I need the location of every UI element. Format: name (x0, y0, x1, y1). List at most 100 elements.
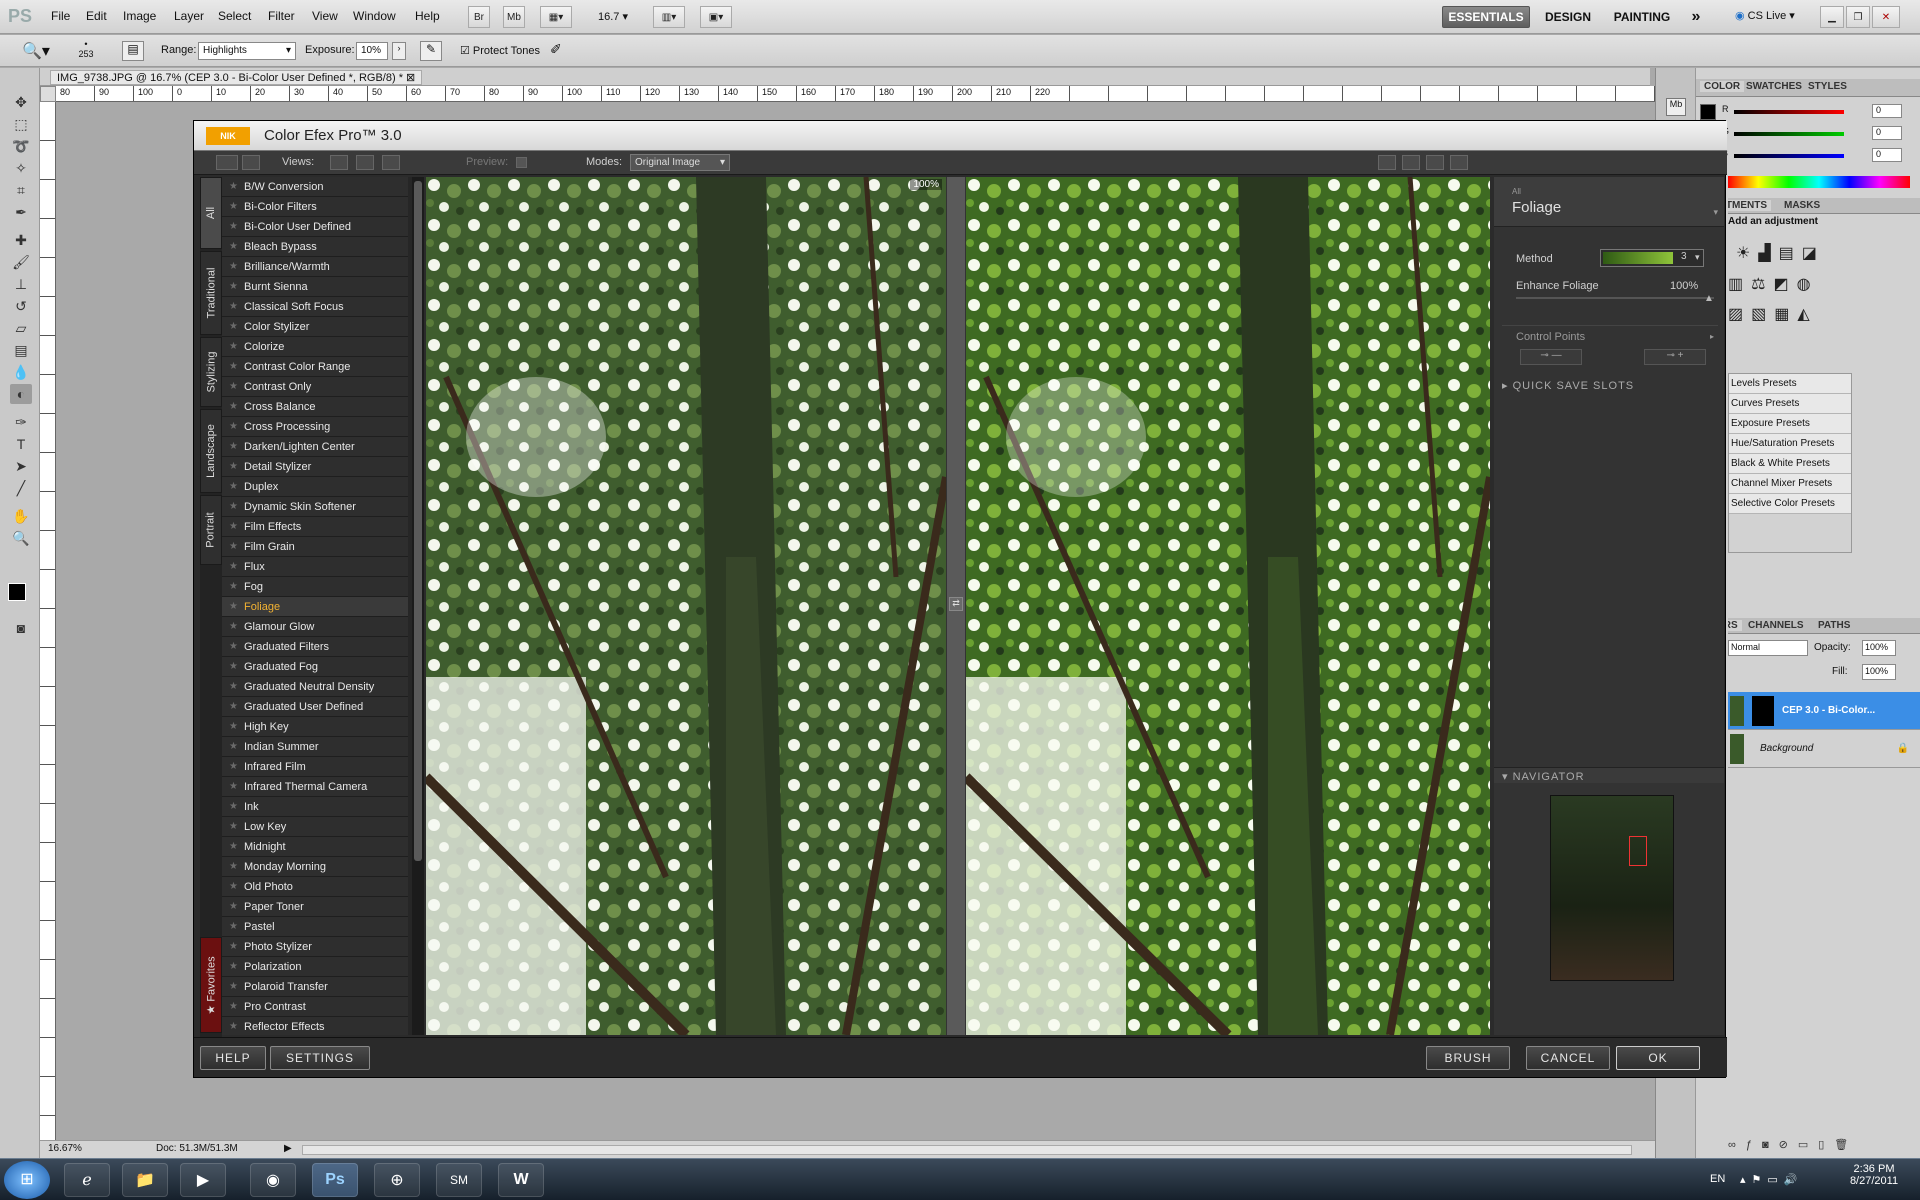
filter-item[interactable]: ★ Glamour Glow (222, 617, 408, 637)
layer-row-cep[interactable]: CEP 3.0 - Bi-Color... (1728, 692, 1920, 730)
gradient-tool-icon[interactable]: ▤ (10, 340, 32, 360)
preset-exposure[interactable]: Exposure Presets (1729, 414, 1851, 434)
view-extras-icon[interactable]: ▦▾ (540, 6, 572, 28)
favorite-star-icon[interactable]: ★ (229, 277, 238, 297)
filter-item[interactable]: ★ Contrast Color Range (222, 357, 408, 377)
filter-item[interactable]: ★ Pastel (222, 917, 408, 937)
tab-landscape[interactable]: Landscape (200, 409, 222, 493)
quick-save-slots-header[interactable]: ▸ QUICK SAVE SLOTS (1502, 379, 1634, 392)
brush-button[interactable]: BRUSH (1426, 1046, 1510, 1070)
cancel-button[interactable]: CANCEL (1526, 1046, 1610, 1070)
eyedropper-tool-icon[interactable]: ✒ (10, 202, 32, 222)
favorite-star-icon[interactable]: ★ (229, 237, 238, 257)
side-by-side-view-icon[interactable] (382, 155, 400, 170)
filter-item[interactable]: ★ Photo Stylizer (222, 937, 408, 957)
method-select[interactable]: 3 ▾ (1600, 249, 1704, 267)
favorite-star-icon[interactable]: ★ (229, 317, 238, 337)
filter-item[interactable]: ★ Infrared Film (222, 757, 408, 777)
favorite-star-icon[interactable]: ★ (229, 577, 238, 597)
favorite-star-icon[interactable]: ★ (229, 757, 238, 777)
doc-size-status[interactable]: Doc: 51.3M/51.3M (156, 1143, 238, 1154)
filter-item[interactable]: ★ Cross Processing (222, 417, 408, 437)
enhance-foliage-slider[interactable] (1516, 297, 1714, 299)
filter-item[interactable]: ★ Bi-Color Filters (222, 197, 408, 217)
taskbar-ie-icon[interactable]: ℯ (64, 1163, 110, 1197)
filter-item[interactable]: ★ Graduated Filters (222, 637, 408, 657)
filter-item[interactable]: ★ Dynamic Skin Softener (222, 497, 408, 517)
split-divider[interactable]: ⇄ (946, 177, 966, 1035)
favorite-star-icon[interactable]: ★ (229, 497, 238, 517)
preset-black-white[interactable]: Black & White Presets (1729, 454, 1851, 474)
color-spectrum[interactable] (1728, 176, 1910, 188)
start-button[interactable]: ⊞ (4, 1161, 50, 1199)
favorite-star-icon[interactable]: ★ (229, 437, 238, 457)
favorite-star-icon[interactable]: ★ (229, 917, 238, 937)
zoom-status[interactable]: 16.67% (48, 1143, 82, 1154)
filter-item[interactable]: ★ Bleach Bypass (222, 237, 408, 257)
favorite-star-icon[interactable]: ★ (229, 677, 238, 697)
preset-selective-color[interactable]: Selective Color Presets (1729, 494, 1851, 514)
menu-edit[interactable]: Edit (86, 9, 107, 23)
hand-tool-icon[interactable]: ✋ (10, 506, 32, 526)
favorite-star-icon[interactable]: ★ (229, 297, 238, 317)
filter-item[interactable]: ★ Monday Morning (222, 857, 408, 877)
adjustment-icons-row-3[interactable]: ▨▧▦◭ (1728, 304, 1918, 324)
tab-close-icon[interactable]: ⊠ (406, 72, 415, 84)
filter-item[interactable]: ★ Duplex (222, 477, 408, 497)
tab-masks[interactable]: MASKS (1784, 200, 1820, 211)
exposure-input[interactable]: 10% (356, 42, 388, 60)
favorite-star-icon[interactable]: ★ (229, 537, 238, 557)
favorite-star-icon[interactable]: ★ (229, 377, 238, 397)
favorite-star-icon[interactable]: ★ (229, 337, 238, 357)
original-preview[interactable]: 100% (426, 177, 946, 1035)
brush-size[interactable]: • 253 (76, 39, 96, 59)
tab-swatches[interactable]: SWATCHES (1746, 81, 1802, 92)
favorite-star-icon[interactable]: ★ (229, 517, 238, 537)
filter-item[interactable]: ★ Low Key (222, 817, 408, 837)
favorite-star-icon[interactable]: ★ (229, 457, 238, 477)
filter-item[interactable]: ★ Fog (222, 577, 408, 597)
stamp-tool-icon[interactable]: ⊥ (10, 274, 32, 294)
vertical-ruler[interactable] (40, 102, 56, 1142)
single-view-icon[interactable] (330, 155, 348, 170)
ok-button[interactable]: OK (1616, 1046, 1700, 1070)
filter-item[interactable]: ★ Graduated User Defined (222, 697, 408, 717)
favorite-star-icon[interactable]: ★ (229, 177, 238, 197)
favorite-star-icon[interactable]: ★ (229, 557, 238, 577)
favorite-star-icon[interactable]: ★ (229, 797, 238, 817)
filter-item[interactable]: ★ Polarization (222, 957, 408, 977)
zoom-tool-dialog-icon[interactable] (1402, 155, 1420, 170)
filter-item[interactable]: ★ Old Photo (222, 877, 408, 897)
mini-bridge-button[interactable]: Mb (503, 6, 525, 28)
favorite-star-icon[interactable]: ★ (229, 977, 238, 997)
brush-tool-icon[interactable]: 🖌 (10, 252, 32, 272)
language-indicator[interactable]: EN (1710, 1173, 1725, 1185)
opacity-input[interactable]: 100% (1862, 640, 1896, 656)
filter-item[interactable]: ★ Pro Contrast (222, 997, 408, 1017)
menu-image[interactable]: Image (123, 9, 156, 23)
layer-row-background[interactable]: Background 🔒 (1728, 730, 1920, 768)
bridge-button[interactable]: Br (468, 6, 490, 28)
favorite-star-icon[interactable]: ★ (229, 357, 238, 377)
type-tool-icon[interactable]: T (10, 434, 32, 454)
menu-file[interactable]: File (51, 9, 70, 23)
b-slider[interactable] (1734, 154, 1844, 158)
pointer-tool-icon[interactable] (1378, 155, 1396, 170)
swap-views-icon[interactable]: ⇄ (949, 597, 963, 611)
workspace-essentials[interactable]: ESSENTIALS (1442, 6, 1530, 28)
taskbar-photoshop-icon[interactable]: Ps (312, 1163, 358, 1197)
settings-button[interactable]: SETTINGS (270, 1046, 370, 1070)
ruler-origin[interactable] (40, 86, 56, 102)
filter-item[interactable]: ★ Flux (222, 557, 408, 577)
marquee-tool-icon[interactable]: ⬚ (10, 114, 32, 134)
g-slider[interactable] (1734, 132, 1844, 136)
r-slider[interactable] (1734, 110, 1844, 114)
filter-item[interactable]: ★ Graduated Neutral Density (222, 677, 408, 697)
layers-footer-icons[interactable]: ∞ƒ◙⊘▭▯🗑 (1728, 1138, 1918, 1151)
favorite-star-icon[interactable]: ★ (229, 897, 238, 917)
loupe-tool-icon[interactable] (1450, 155, 1468, 170)
tab-favorites[interactable]: ★ Favorites (200, 937, 222, 1033)
zoom-level[interactable]: 16.7 ▾ (598, 10, 628, 23)
favorite-star-icon[interactable]: ★ (229, 657, 238, 677)
horizontal-scrollbar[interactable] (302, 1145, 1632, 1155)
